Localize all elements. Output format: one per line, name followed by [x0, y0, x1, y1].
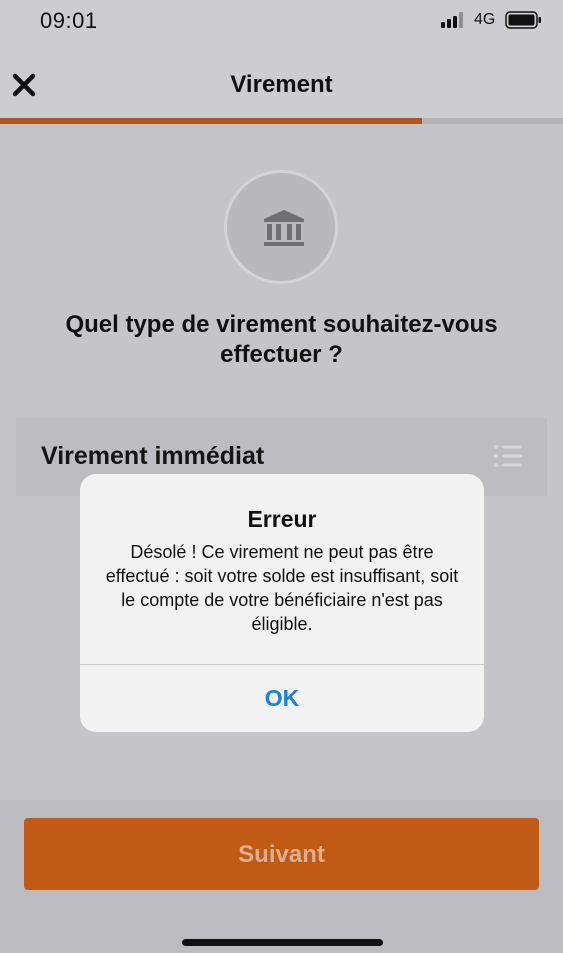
next-button[interactable]: Suivant: [24, 818, 539, 890]
page-title: Virement: [230, 71, 333, 98]
signal-bars-icon: [441, 12, 463, 28]
battery-icon: [505, 11, 541, 29]
status-time: 09:01: [40, 8, 98, 33]
error-alert: Erreur Désolé ! Ce virement ne peut pas …: [80, 474, 484, 732]
transfer-type-value: Virement immédiat: [41, 442, 265, 470]
bank-icon: [264, 210, 304, 246]
question-text: Quel type de virement souhaitez-vous eff…: [65, 311, 498, 368]
list-icon: [494, 445, 522, 467]
footer: Suivant: [0, 800, 563, 953]
alert-title: Erreur: [247, 506, 317, 532]
network-label: 4G: [474, 11, 496, 28]
header: Virement: [0, 44, 563, 121]
home-indicator[interactable]: [182, 939, 383, 946]
alert-message: Désolé ! Ce virement ne peut pas être ef…: [105, 542, 459, 634]
status-bar: 09:01 4G: [0, 0, 563, 44]
bank-icon-circle: [224, 170, 338, 284]
ok-button[interactable]: OK: [80, 665, 484, 732]
